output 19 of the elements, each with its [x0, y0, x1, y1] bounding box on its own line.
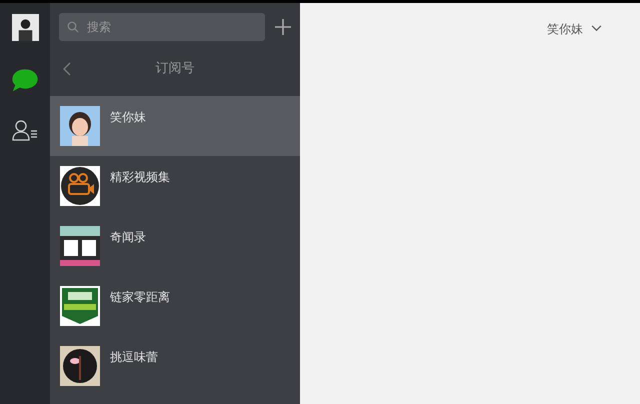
subscription-name: 奇闻录: [110, 229, 146, 246]
subscription-item[interactable]: 挑逗味蕾: [50, 336, 300, 396]
subscription-name: 挑逗味蕾: [110, 349, 158, 366]
subscription-name: 笑你妹: [110, 109, 146, 126]
subscription-name: 精彩视频集: [110, 169, 170, 186]
search-field[interactable]: 搜索: [59, 13, 265, 41]
contacts-icon[interactable]: [12, 119, 38, 141]
search-icon: [67, 21, 79, 33]
subscription-item[interactable]: 精彩视频集: [50, 156, 300, 216]
chat-title: 笑你妹: [547, 21, 583, 38]
add-icon[interactable]: [275, 19, 291, 35]
subscription-item[interactable]: 奇闻录: [50, 216, 300, 276]
subscription-item[interactable]: 笑你妹: [50, 96, 300, 156]
chevron-down-icon[interactable]: [591, 25, 602, 32]
list-title: 订阅号: [154, 60, 196, 78]
back-icon[interactable]: [63, 62, 71, 76]
subscription-name: 链家零距离: [110, 289, 170, 306]
chat-icon[interactable]: [12, 69, 38, 91]
subscription-item[interactable]: 链家零距离: [50, 276, 300, 336]
